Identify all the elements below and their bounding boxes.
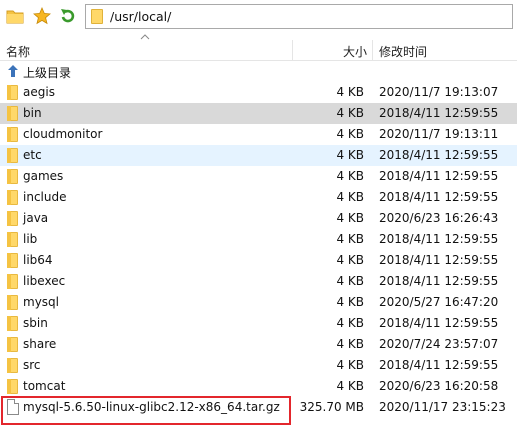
item-name: lib64	[23, 253, 53, 267]
item-size: 4 KB	[336, 253, 364, 267]
folder-icon	[7, 358, 18, 373]
item-name: lib	[23, 232, 38, 246]
folder-row[interactable]: tomcat 4 KB 2020/6/23 16:20:58	[0, 376, 517, 397]
folder-row[interactable]: src 4 KB 2018/4/11 12:59:55	[0, 355, 517, 376]
folder-icon	[7, 85, 18, 100]
folder-icon	[7, 211, 18, 226]
item-name: etc	[23, 148, 42, 162]
star-icon[interactable]	[32, 6, 52, 26]
folder-icon	[91, 9, 103, 24]
header-size[interactable]: 大小	[343, 43, 367, 60]
item-name: include	[23, 190, 67, 204]
header-modified[interactable]: 修改时间	[379, 43, 427, 60]
item-size: 4 KB	[336, 379, 364, 393]
item-size: 4 KB	[336, 232, 364, 246]
item-name: mysql	[23, 295, 59, 309]
header-name[interactable]: 名称	[6, 43, 30, 60]
folder-icon[interactable]	[5, 6, 25, 26]
folder-icon	[7, 316, 18, 331]
item-name: tomcat	[23, 379, 66, 393]
folder-row[interactable]: lib 4 KB 2018/4/11 12:59:55	[0, 229, 517, 250]
refresh-icon[interactable]	[58, 6, 78, 26]
folder-row[interactable]: bin 4 KB 2018/4/11 12:59:55	[0, 103, 517, 124]
item-modified: 2020/11/7 19:13:07	[379, 85, 499, 99]
item-name: src	[23, 358, 41, 372]
item-size: 4 KB	[336, 337, 364, 351]
item-name: games	[23, 169, 64, 183]
item-size: 4 KB	[336, 190, 364, 204]
item-modified: 2018/4/11 12:59:55	[379, 274, 499, 288]
item-size: 325.70 MB	[299, 400, 364, 414]
up-arrow-icon	[8, 65, 18, 77]
item-modified: 2020/5/27 16:47:20	[379, 295, 499, 309]
folder-icon	[7, 379, 18, 394]
highlight-box	[1, 396, 291, 425]
item-size: 4 KB	[336, 148, 364, 162]
item-name: java	[23, 211, 49, 225]
folder-icon	[7, 190, 18, 205]
item-name: bin	[23, 106, 42, 120]
folder-icon	[7, 295, 18, 310]
item-modified: 2018/4/11 12:59:55	[379, 358, 499, 372]
item-modified: 2020/11/7 19:13:11	[379, 127, 499, 141]
folder-row[interactable]: aegis 4 KB 2020/11/7 19:13:07	[0, 82, 517, 103]
item-modified: 2018/4/11 12:59:55	[379, 232, 499, 246]
folder-row[interactable]: sbin 4 KB 2018/4/11 12:59:55	[0, 313, 517, 334]
item-name: share	[23, 337, 57, 351]
folder-row[interactable]: etc 4 KB 2018/4/11 12:59:55	[0, 145, 517, 166]
folder-icon	[7, 106, 18, 121]
item-size: 4 KB	[336, 127, 364, 141]
folder-row[interactable]: games 4 KB 2018/4/11 12:59:55	[0, 166, 517, 187]
column-divider[interactable]	[292, 40, 293, 60]
item-name: sbin	[23, 316, 48, 330]
item-modified: 2020/6/23 16:26:43	[379, 211, 499, 225]
path-input[interactable]: /usr/local/	[85, 4, 513, 29]
folder-row[interactable]: cloudmonitor 4 KB 2020/11/7 19:13:11	[0, 124, 517, 145]
item-modified: 2018/4/11 12:59:55	[379, 316, 499, 330]
folder-row[interactable]: mysql 4 KB 2020/5/27 16:47:20	[0, 292, 517, 313]
item-name: cloudmonitor	[23, 127, 103, 141]
item-modified: 2018/4/11 12:59:55	[379, 169, 499, 183]
folder-icon	[7, 337, 18, 352]
item-modified: 2020/7/24 23:57:07	[379, 337, 499, 351]
folder-row[interactable]: share 4 KB 2020/7/24 23:57:07	[0, 334, 517, 355]
folder-icon	[7, 148, 18, 163]
folder-row[interactable]: java 4 KB 2020/6/23 16:26:43	[0, 208, 517, 229]
path-text: /usr/local/	[110, 9, 172, 24]
parent-directory-label: 上级目录	[23, 66, 72, 80]
folder-row[interactable]: lib64 4 KB 2018/4/11 12:59:55	[0, 250, 517, 271]
item-size: 4 KB	[336, 316, 364, 330]
column-divider[interactable]	[372, 40, 373, 60]
item-modified: 2018/4/11 12:59:55	[379, 148, 499, 162]
item-size: 4 KB	[336, 295, 364, 309]
item-size: 4 KB	[336, 211, 364, 225]
item-size: 4 KB	[336, 358, 364, 372]
item-name: aegis	[23, 85, 55, 99]
item-size: 4 KB	[336, 274, 364, 288]
item-modified: 2018/4/11 12:59:55	[379, 190, 499, 204]
folder-icon	[7, 274, 18, 289]
item-size: 4 KB	[336, 169, 364, 183]
item-modified: 2020/11/17 23:15:23	[379, 400, 506, 414]
folder-icon	[7, 232, 18, 247]
folder-icon	[7, 127, 18, 142]
item-modified: 2018/4/11 12:59:55	[379, 253, 499, 267]
item-size: 4 KB	[336, 106, 364, 120]
toolbar: /usr/local/	[0, 0, 517, 34]
item-name: libexec	[23, 274, 66, 288]
parent-directory-row[interactable]: 上级目录	[0, 61, 517, 82]
folder-row[interactable]: libexec 4 KB 2018/4/11 12:59:55	[0, 271, 517, 292]
column-header: 名称 大小 修改时间	[0, 40, 517, 61]
item-size: 4 KB	[336, 85, 364, 99]
item-modified: 2018/4/11 12:59:55	[379, 106, 499, 120]
item-modified: 2020/6/23 16:20:58	[379, 379, 499, 393]
folder-row[interactable]: include 4 KB 2018/4/11 12:59:55	[0, 187, 517, 208]
folder-icon	[7, 253, 18, 268]
folder-icon	[7, 169, 18, 184]
